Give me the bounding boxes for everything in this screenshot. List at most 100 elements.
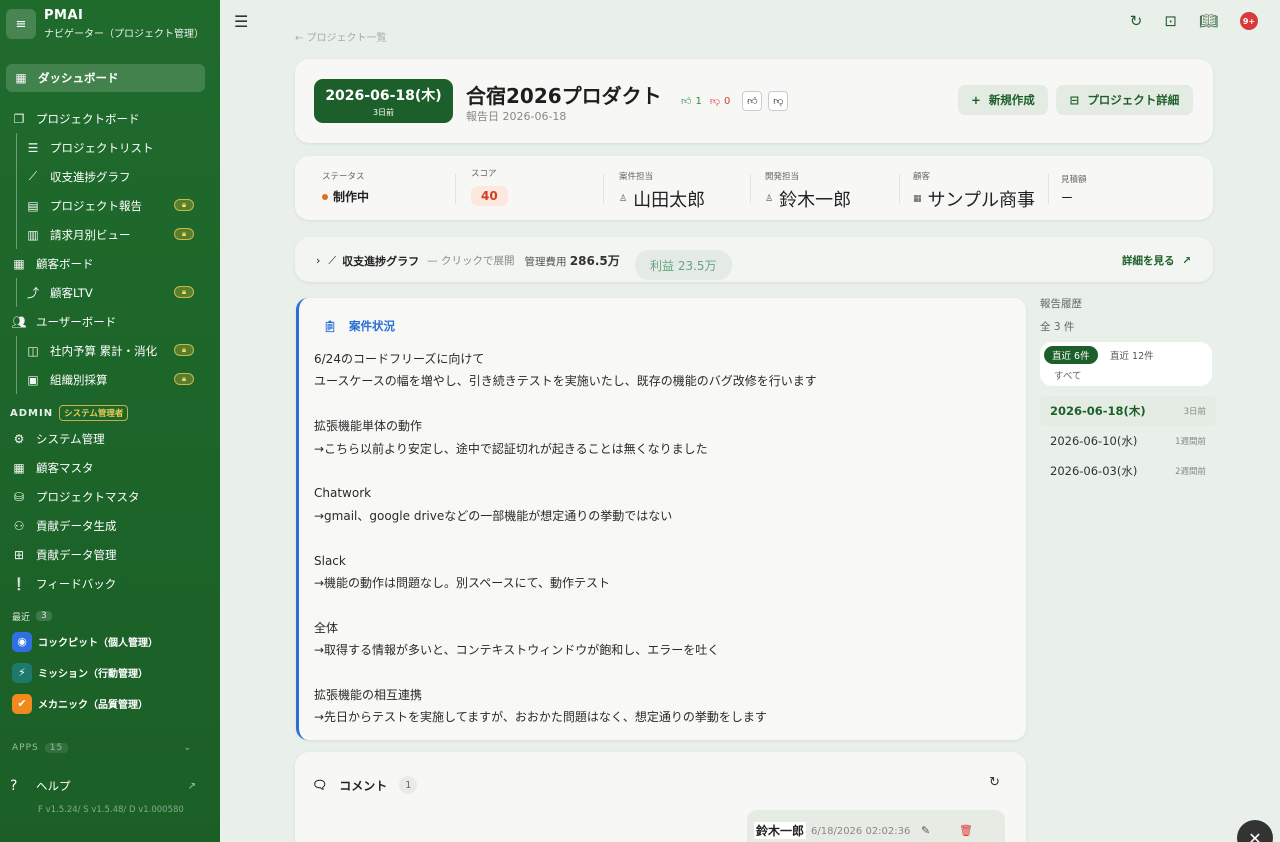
apps-count: 15 bbox=[44, 743, 69, 753]
like-count: 1 bbox=[695, 95, 702, 107]
nav-internal-budget[interactable]: ◫ 社内予算 累計・消化 🔒︎ bbox=[0, 336, 220, 365]
breadcrumb[interactable]: ← プロジェクト一覧 bbox=[295, 29, 387, 44]
nav-help[interactable]: ? ヘルプ ↗ bbox=[0, 771, 220, 801]
tab-recent-6[interactable]: 直近 6件 bbox=[1044, 346, 1098, 364]
nav-label: 貢献データ生成 bbox=[36, 518, 117, 533]
history-item[interactable]: 2026-06-18(木) 3日前 bbox=[1040, 396, 1216, 426]
status-line: Chatwork bbox=[314, 486, 372, 501]
tools-fab-icon[interactable]: ✕ bbox=[1237, 820, 1273, 842]
nav-client-board[interactable]: ▦ 顧客ボード bbox=[0, 249, 220, 278]
history-ago: 1週間前 bbox=[1175, 437, 1206, 447]
client-label: 顧客 bbox=[913, 172, 931, 182]
edit-icon[interactable]: ✎ bbox=[921, 824, 930, 837]
refresh-icon[interactable]: ↻ bbox=[989, 775, 1000, 790]
nav-feedback[interactable]: ❕ フィードバック bbox=[0, 569, 220, 598]
table-icon: ▦ bbox=[13, 460, 25, 475]
lock-icon: 🔒︎ bbox=[174, 286, 194, 298]
history-ago: 2週間前 bbox=[1175, 467, 1206, 477]
history-item[interactable]: 2026-06-03(水) 2週間前 bbox=[1040, 456, 1216, 486]
status-line: 拡張機能単体の動作 bbox=[314, 419, 423, 434]
comment-title: 🗨︎ コメント 1 bbox=[312, 776, 418, 794]
brand-subtitle: ナビゲーター（プロジェクト管理） bbox=[44, 29, 204, 40]
client-name: サンプル商事 bbox=[927, 190, 1035, 211]
app-cockpit[interactable]: ◉ コックピット（個人管理） bbox=[0, 626, 220, 657]
feedback-icon[interactable]: ⊡ bbox=[1164, 12, 1177, 30]
nav-project-list[interactable]: ☰ プロジェクトリスト bbox=[0, 133, 220, 162]
nav-org-profit[interactable]: ▣ 組織別採算 🔒︎ bbox=[0, 365, 220, 394]
book-icon[interactable]: 📖︎ bbox=[1199, 12, 1218, 30]
bolt-icon: ⚡︎ bbox=[12, 662, 32, 683]
feedback-icon: ❕ bbox=[11, 576, 27, 591]
nav-contribution-generate[interactable]: ⚇ 貢献データ生成 bbox=[0, 511, 220, 540]
person-icon: ♙ bbox=[619, 194, 628, 204]
detail-button-label: プロジェクト詳細 bbox=[1087, 93, 1180, 107]
nav-system-admin[interactable]: ⚙ システム管理 bbox=[0, 424, 220, 453]
case-status-title: 📋︎ 案件状況 bbox=[321, 317, 395, 335]
revenue-graph-card[interactable]: › ⟋ 収支進捗グラフ — クリックで展開 管理費用 286.5万 利益 23.… bbox=[295, 237, 1213, 282]
score-field: スコア 40 bbox=[471, 167, 508, 206]
like-button[interactable]: 👍︎ bbox=[742, 91, 763, 111]
dev-owner-value: ♙ 鈴木一郎 bbox=[765, 186, 851, 212]
nav-billing-monthly[interactable]: ▥ 請求月別ビュー 🔒︎ bbox=[0, 220, 220, 249]
graph-detail-link[interactable]: 詳細を見る ↗ bbox=[1122, 253, 1191, 268]
nav-label: 組織別採算 bbox=[50, 372, 108, 387]
comment-card: 🗨︎ コメント 1 ↻ 鈴木一郎 6/18/2026 02:02:36 ✎ 🗑︎ bbox=[295, 752, 1026, 842]
client-field: 顧客 ▦ サンプル商事 bbox=[913, 170, 1035, 212]
dislike-button[interactable]: 👎︎ bbox=[768, 91, 789, 111]
new-report-button[interactable]: + 新規作成 bbox=[958, 85, 1048, 115]
nav-dashboard[interactable]: ▦ ダッシュボード bbox=[6, 64, 205, 92]
score-value: 40 bbox=[471, 186, 508, 206]
apps-section[interactable]: APPS 15 ⌄ bbox=[0, 735, 220, 761]
hamburger-menu-icon[interactable]: ☰ bbox=[234, 12, 248, 31]
trend-icon: ⤴ bbox=[26, 286, 39, 300]
project-detail-button[interactable]: ⊟ プロジェクト詳細 bbox=[1056, 85, 1193, 115]
nav-client-master[interactable]: ▦ 顧客マスタ bbox=[0, 453, 220, 482]
votes: 👍︎ 1 👎︎ 0 👍︎ 👎︎ bbox=[681, 91, 789, 111]
recent-label: 最近 3 bbox=[0, 606, 220, 626]
tab-recent-12[interactable]: 直近 12件 bbox=[1110, 346, 1154, 364]
case-owner-field: 案件担当 ♙ 山田太郎 bbox=[619, 170, 705, 212]
app-label: メカニック（品質管理） bbox=[38, 700, 148, 711]
doc-icon: ▤ bbox=[27, 198, 39, 213]
brand[interactable]: ≡ PMAI ナビゲーター（プロジェクト管理） bbox=[0, 0, 220, 48]
nav-label: 社内予算 累計・消化 bbox=[50, 343, 158, 358]
history-count: 全 3 件 bbox=[1040, 321, 1075, 333]
recent-count: 3 bbox=[36, 611, 52, 621]
estimate-field: 見積額 ー bbox=[1061, 173, 1087, 206]
list-icon: ☰ bbox=[27, 140, 39, 155]
clipboard-icon: 📋︎ bbox=[323, 319, 337, 333]
history-item[interactable]: 2026-06-10(水) 1週間前 bbox=[1040, 426, 1216, 456]
nav-project-board[interactable]: ❐ プロジェクトボード bbox=[0, 104, 220, 133]
app-mission[interactable]: ⚡︎ ミッション（行動管理） bbox=[0, 657, 220, 688]
lock-icon: 🔒︎ bbox=[174, 228, 194, 240]
client-value: ▦ サンプル商事 bbox=[913, 186, 1035, 212]
admin-section-label: ADMIN システム管理者 bbox=[0, 402, 220, 424]
dev-owner-field: 開発担当 ♙ 鈴木一郎 bbox=[765, 170, 851, 212]
trash-icon[interactable]: 🗑︎ bbox=[959, 824, 973, 837]
nav-user-board[interactable]: 👥︎ ユーザーボード bbox=[0, 307, 220, 336]
notification-badge[interactable]: 9+ bbox=[1240, 12, 1258, 30]
divider bbox=[603, 174, 604, 204]
app-mechanic[interactable]: ✔ メカニック（品質管理） bbox=[0, 688, 220, 719]
nav-project-master[interactable]: ⛁ プロジェクトマスタ bbox=[0, 482, 220, 511]
tab-all[interactable]: すべて bbox=[1054, 368, 1081, 382]
nav-contribution-manage[interactable]: ⊞ 貢献データ管理 bbox=[0, 540, 220, 569]
status-label: ステータス bbox=[322, 172, 365, 182]
gear-icon: ⚙ bbox=[13, 431, 25, 446]
history-ago: 3日前 bbox=[1183, 407, 1206, 417]
refresh-icon[interactable]: ↻ bbox=[1130, 12, 1143, 30]
estimate-label: 見積額 bbox=[1061, 175, 1087, 185]
cost-value: 286.5万 bbox=[569, 254, 620, 268]
report-date-pill: 2026-06-18(木) 3日前 bbox=[314, 79, 453, 123]
chart-icon: ⟋ bbox=[28, 169, 38, 183]
nav-project-report[interactable]: ▤ プロジェクト報告 🔒︎ bbox=[0, 191, 220, 220]
cost-label: 管理費用 bbox=[524, 256, 567, 268]
nav-client-ltv[interactable]: ⤴ 顧客LTV 🔒︎ bbox=[0, 278, 220, 307]
list-icon: ≡ bbox=[6, 9, 36, 39]
score-label: スコア bbox=[471, 169, 497, 179]
nav-label: プロジェクトリスト bbox=[50, 140, 154, 155]
comment-icon: 🗨︎ bbox=[312, 778, 328, 792]
nav-revenue-graph[interactable]: ⟋ 収支進捗グラフ bbox=[0, 162, 220, 191]
